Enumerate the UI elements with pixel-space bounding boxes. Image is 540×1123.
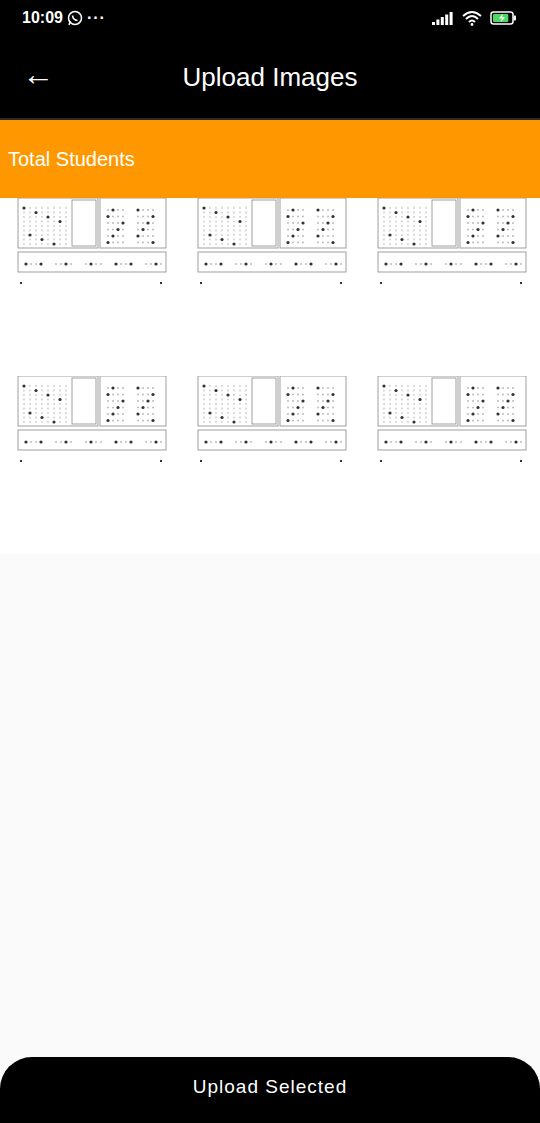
- upload-selected-button[interactable]: Upload Selected: [0, 1057, 540, 1123]
- answer-sheet-image: [372, 376, 528, 466]
- clock: 10:09: [22, 6, 63, 30]
- answer-sheet-image: [192, 198, 348, 288]
- page-title: Upload Images: [76, 58, 464, 97]
- image-tile[interactable]: [0, 376, 180, 554]
- image-tile[interactable]: [0, 198, 180, 376]
- app-bar: ←Upload Images: [0, 36, 540, 120]
- answer-sheet-image: [192, 376, 348, 466]
- image-tile[interactable]: [180, 198, 360, 376]
- image-grid: [0, 198, 540, 554]
- back-button[interactable]: ←: [0, 58, 76, 96]
- answer-sheet-image: [372, 198, 528, 288]
- whatsapp-icon: [67, 10, 83, 26]
- signal-icon: [432, 11, 454, 25]
- notification-dots: ···: [87, 6, 106, 30]
- status-right: [432, 10, 518, 26]
- empty-area: [0, 554, 540, 1057]
- battery-icon: [490, 10, 518, 26]
- image-tile[interactable]: [180, 376, 360, 554]
- image-tile[interactable]: [360, 376, 540, 554]
- answer-sheet-image: [12, 198, 168, 288]
- wifi-icon: [462, 10, 482, 26]
- answer-sheet-image: [12, 376, 168, 466]
- status-left: 10:09 ···: [22, 6, 106, 30]
- image-tile[interactable]: [360, 198, 540, 376]
- total-students-header: Total Students: [0, 120, 540, 198]
- total-students-label: Total Students: [8, 144, 135, 174]
- status-bar: 10:09 ···: [0, 0, 540, 36]
